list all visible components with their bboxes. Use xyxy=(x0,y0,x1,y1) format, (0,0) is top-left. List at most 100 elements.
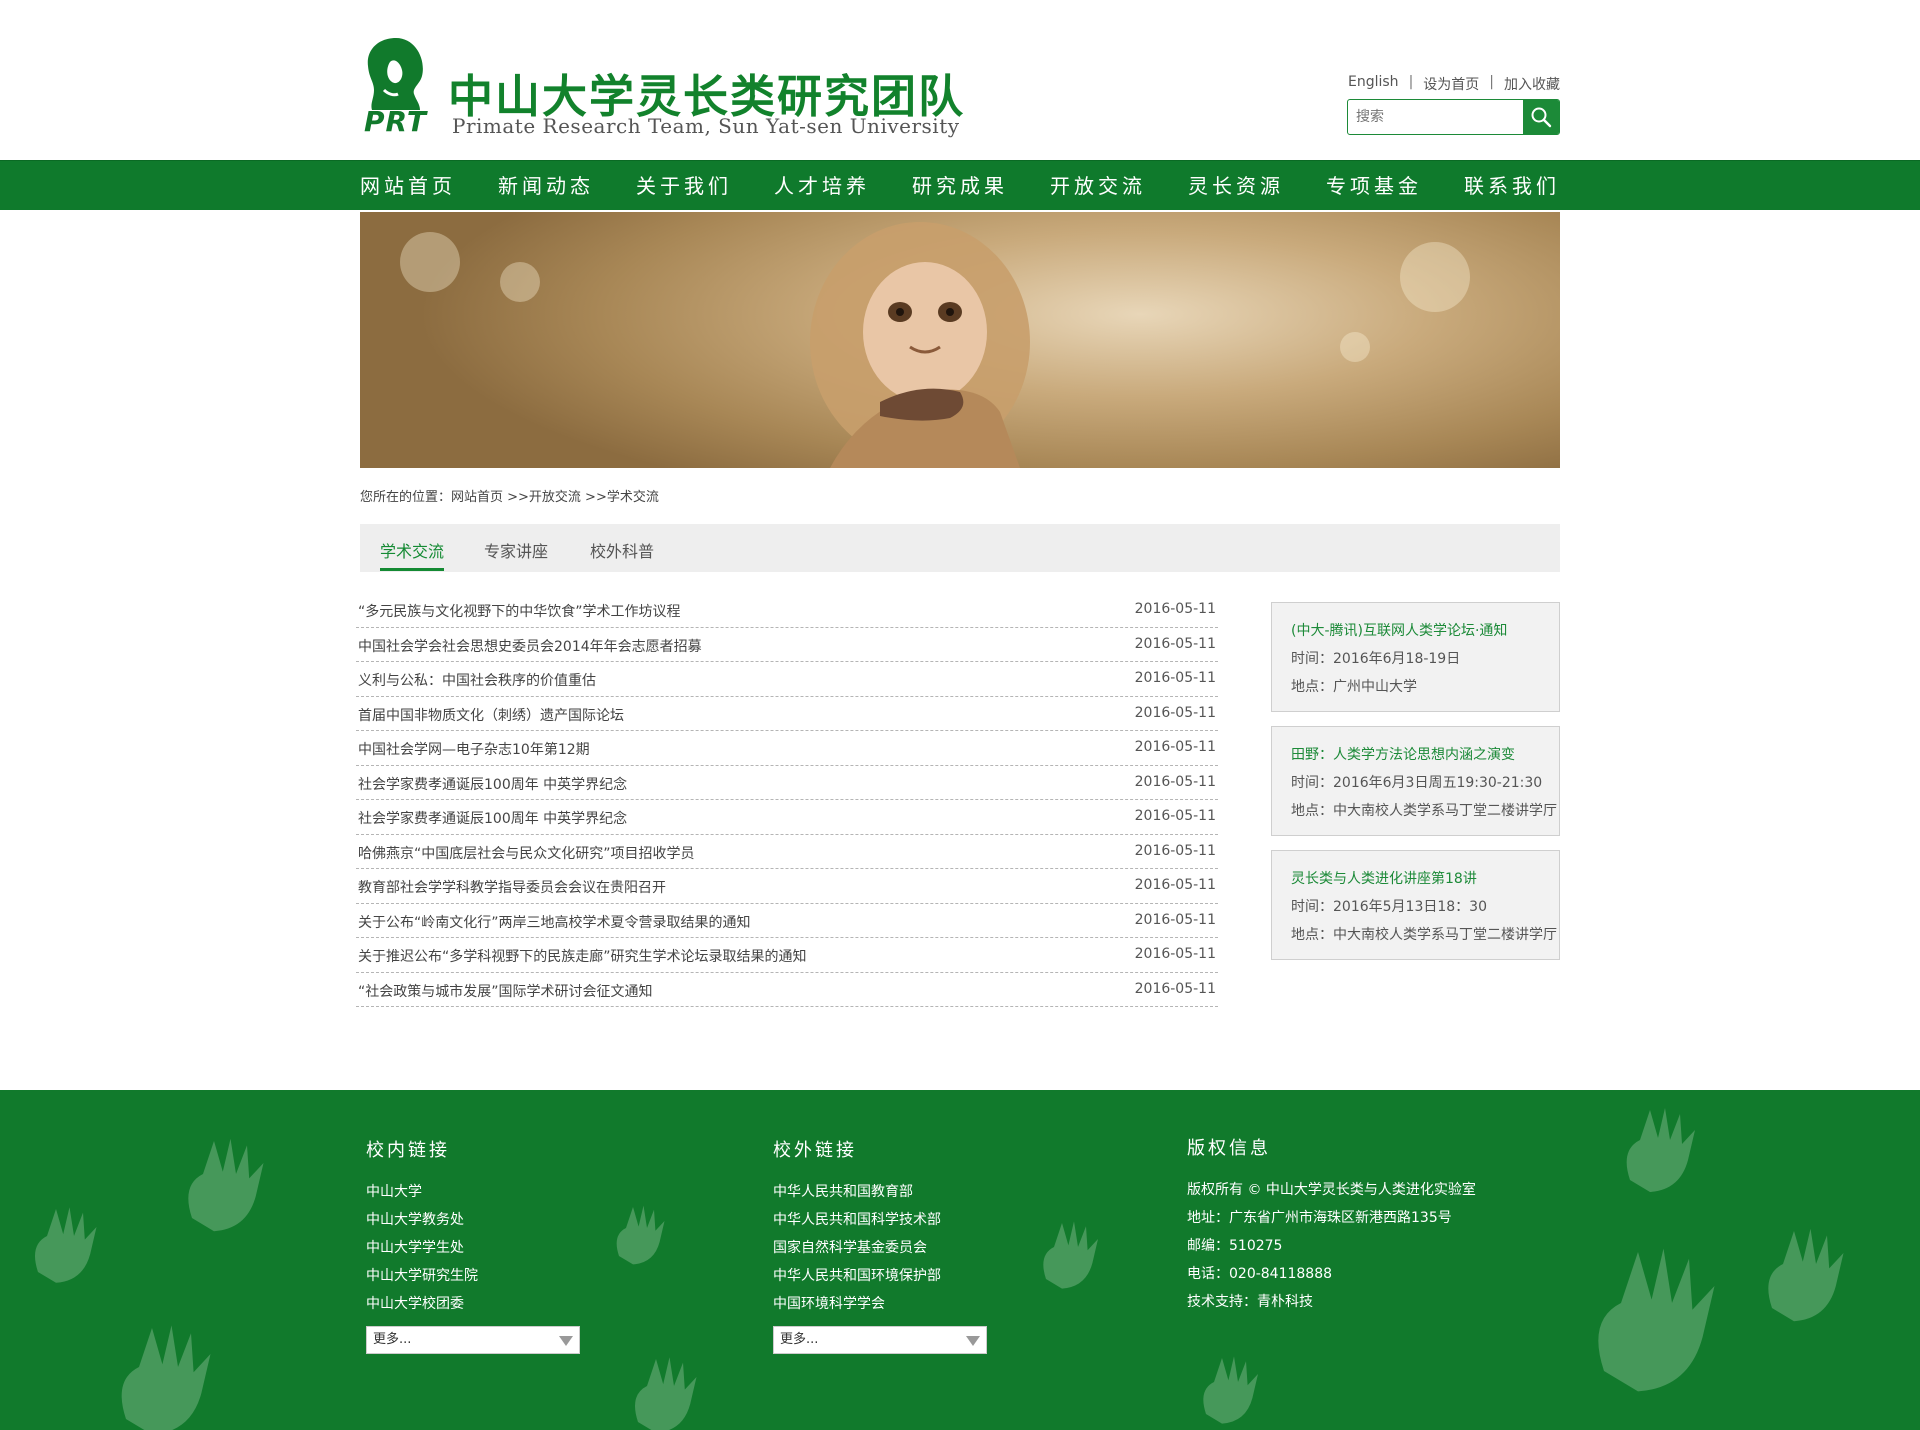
nav-item-news[interactable]: 新闻动态 xyxy=(498,161,594,211)
nav-item-contact[interactable]: 联系我们 xyxy=(1464,161,1560,211)
chevron-down-icon xyxy=(559,1336,573,1346)
nav-item-home[interactable]: 网站首页 xyxy=(360,161,456,211)
footer-link[interactable]: 中山大学学生处 xyxy=(366,1234,580,1262)
footer-link[interactable]: 国家自然科学基金委员会 xyxy=(773,1234,987,1262)
news-date: 2016-05-11 xyxy=(1134,911,1216,928)
news-row[interactable]: “社会政策与城市发展”国际学术研讨会征文通知 2016-05-11 xyxy=(356,973,1218,1007)
footer-link[interactable]: 中华人民共和国教育部 xyxy=(773,1178,987,1206)
news-row[interactable]: 关于公布“岭南文化行”两岸三地高校学术夏令营录取结果的通知 2016-05-11 xyxy=(356,904,1218,938)
phone-line: 电话：020-84118888 xyxy=(1187,1266,1333,1282)
news-row[interactable]: 中国社会学网—电子杂志10年第12期 2016-05-11 xyxy=(356,731,1218,766)
news-row[interactable]: 社会学家费孝通诞辰100周年 中英学界纪念 2016-05-11 xyxy=(356,766,1218,800)
event-title[interactable]: 灵长类与人类进化讲座第18讲 xyxy=(1291,865,1559,893)
footer-link[interactable]: 中国环境科学学会 xyxy=(773,1290,987,1318)
select-value: 更多... xyxy=(780,1332,819,1347)
breadcrumb: 您所在的位置：网站首页 >>开放交流 >>学术交流 xyxy=(360,490,659,505)
news-date: 2016-05-11 xyxy=(1134,808,1216,824)
nav-item-research[interactable]: 研究成果 xyxy=(912,161,1008,211)
news-date: 2016-05-11 xyxy=(1134,773,1216,790)
news-title[interactable]: 关于推迟公布“多学科视野下的民族走廊”研究生学术论坛录取结果的通知 xyxy=(358,946,807,966)
news-title[interactable]: 关于公布“岭南文化行”两岸三地高校学术夏令营录取结果的通知 xyxy=(358,912,751,932)
search-icon xyxy=(1531,107,1552,128)
news-title[interactable]: 教育部社会学学科教学指导委员会会议在贵阳召开 xyxy=(358,877,666,897)
nav-item-talent[interactable]: 人才培养 xyxy=(774,161,870,211)
event-place: 地点：中大南校人类学系马丁堂二楼讲学厅 xyxy=(1291,927,1557,943)
search-button[interactable] xyxy=(1523,100,1559,134)
event-title[interactable]: (中大-腾讯)互联网人类学论坛·通知 xyxy=(1291,617,1559,645)
footer-link[interactable]: 中山大学研究生院 xyxy=(366,1262,580,1290)
logo-prt-text: PRT xyxy=(364,105,427,138)
news-date: 2016-05-11 xyxy=(1134,980,1216,997)
news-title[interactable]: 义利与公私：中国社会秩序的价值重估 xyxy=(358,670,596,690)
event-card[interactable]: (中大-腾讯)互联网人类学论坛·通知 时间：2016年6月18-19日 地点：广… xyxy=(1271,602,1560,712)
footer-link[interactable]: 中山大学校团委 xyxy=(366,1290,580,1318)
separator: | xyxy=(1408,74,1414,90)
add-favorite-link[interactable]: 加入收藏 xyxy=(1504,74,1560,94)
monkey-silhouette-icon xyxy=(367,38,423,110)
external-links-heading: 校外链接 xyxy=(773,1140,857,1161)
nav-item-resources[interactable]: 灵长资源 xyxy=(1188,161,1284,211)
select-value: 更多... xyxy=(373,1332,412,1347)
news-row[interactable]: 义利与公私：中国社会秩序的价值重估 2016-05-11 xyxy=(356,662,1218,697)
handprint-decoration-icon xyxy=(616,1205,665,1265)
footer-link[interactable]: 中山大学教务处 xyxy=(366,1206,580,1234)
tab-expert-lectures[interactable]: 专家讲座 xyxy=(484,538,548,562)
footer-link[interactable]: 中华人民共和国环境保护部 xyxy=(773,1262,987,1290)
news-title[interactable]: 首届中国非物质文化（刺绣）遗产国际论坛 xyxy=(358,705,624,725)
event-card[interactable]: 灵长类与人类进化讲座第18讲 时间：2016年5月13日18：30 地点：中大南… xyxy=(1271,850,1560,960)
handprint-decoration-icon xyxy=(1768,1228,1844,1322)
news-date: 2016-05-11 xyxy=(1134,704,1216,721)
news-row[interactable]: 首届中国非物质文化（刺绣）遗产国际论坛 2016-05-11 xyxy=(356,697,1218,731)
internal-links-column: 校内链接 中山大学 中山大学教务处 中山大学学生处 中山大学研究生院 中山大学校… xyxy=(366,1136,580,1354)
tab-outreach[interactable]: 校外科普 xyxy=(590,538,654,562)
english-link[interactable]: English xyxy=(1348,74,1399,94)
news-list: “多元民族与文化视野下的中华饮食”学术工作坊议程 2016-05-11 中国社会学… xyxy=(356,593,1218,1007)
news-row[interactable]: 社会学家费孝通诞辰100周年 中英学界纪念 2016-05-11 xyxy=(356,800,1218,835)
banner-image xyxy=(360,212,1560,468)
site-logo[interactable]: PRT xyxy=(360,34,432,138)
news-date: 2016-05-11 xyxy=(1134,739,1216,755)
active-tab-indicator xyxy=(380,568,444,571)
news-title[interactable]: 中国社会学会社会思想史委员会2014年年会志愿者招募 xyxy=(358,636,702,656)
search-input[interactable] xyxy=(1348,100,1524,134)
postcode-line: 邮编：510275 xyxy=(1187,1238,1283,1254)
news-title[interactable]: 中国社会学网—电子杂志10年第12期 xyxy=(358,739,590,759)
news-title[interactable]: “多元民族与文化视野下的中华饮食”学术工作坊议程 xyxy=(358,601,681,621)
handprint-decoration-icon xyxy=(1203,1356,1258,1424)
handprint-decoration-icon xyxy=(1043,1221,1098,1289)
copyright-column: 版权信息 版权所有 © 中山大学灵长类与人类进化实验室 地址：广东省广州市海珠区… xyxy=(1187,1134,1476,1316)
news-title[interactable]: “社会政策与城市发展”国际学术研讨会征文通知 xyxy=(358,981,653,1001)
news-row[interactable]: 哈佛燕京“中国底层社会与民众文化研究”项目招收学员 2016-05-11 xyxy=(356,835,1218,869)
news-date: 2016-05-11 xyxy=(1134,601,1216,617)
set-homepage-link[interactable]: 设为首页 xyxy=(1423,74,1479,94)
event-time: 时间：2016年6月18-19日 xyxy=(1291,651,1461,667)
news-row[interactable]: 关于推迟公布“多学科视野下的民族走廊”研究生学术论坛录取结果的通知 2016-05… xyxy=(356,938,1218,973)
tech-support-line: 技术支持：青朴科技 xyxy=(1187,1294,1313,1310)
tab-academic-exchange[interactable]: 学术交流 xyxy=(380,538,444,562)
news-title[interactable]: 社会学家费孝通诞辰100周年 中英学界纪念 xyxy=(358,774,627,794)
news-title[interactable]: 哈佛燕京“中国底层社会与民众文化研究”项目招收学员 xyxy=(358,843,695,863)
news-date: 2016-05-11 xyxy=(1134,670,1216,686)
event-time: 时间：2016年6月3日周五19:30-21:30 xyxy=(1291,775,1543,791)
external-more-select[interactable]: 更多... xyxy=(773,1326,987,1354)
event-place: 地点：中大南校人类学系马丁堂二楼讲学厅 xyxy=(1291,803,1557,819)
nav-item-about[interactable]: 关于我们 xyxy=(636,161,732,211)
event-card[interactable]: 田野：人类学方法论思想内涵之演变 时间：2016年6月3日周五19:30-21:… xyxy=(1271,726,1560,836)
nav-item-exchange[interactable]: 开放交流 xyxy=(1050,161,1146,211)
footer-link[interactable]: 中山大学 xyxy=(366,1178,580,1206)
external-links-column: 校外链接 中华人民共和国教育部 中华人民共和国科学技术部 国家自然科学基金委员会… xyxy=(773,1136,987,1354)
event-title[interactable]: 田野：人类学方法论思想内涵之演变 xyxy=(1291,741,1559,769)
news-row[interactable]: 教育部社会学学科教学指导委员会会议在贵阳召开 2016-05-11 xyxy=(356,869,1218,904)
internal-more-select[interactable]: 更多... xyxy=(366,1326,580,1354)
footer-link[interactable]: 中华人民共和国科学技术部 xyxy=(773,1206,987,1234)
news-date: 2016-05-11 xyxy=(1134,946,1216,962)
news-title[interactable]: 社会学家费孝通诞辰100周年 中英学界纪念 xyxy=(358,808,627,828)
separator: | xyxy=(1489,74,1494,90)
handprint-decoration-icon xyxy=(635,1357,697,1430)
news-row[interactable]: 中国社会学会社会思想史委员会2014年年会志愿者招募 2016-05-11 xyxy=(356,628,1218,662)
main-nav: 网站首页 新闻动态 关于我们 人才培养 研究成果 开放交流 灵长资源 专项基金 … xyxy=(0,160,1920,210)
handprint-decoration-icon xyxy=(1598,1248,1715,1392)
nav-item-fund[interactable]: 专项基金 xyxy=(1326,161,1422,211)
event-time: 时间：2016年5月13日18：30 xyxy=(1291,899,1487,915)
news-row[interactable]: “多元民族与文化视野下的中华饮食”学术工作坊议程 2016-05-11 xyxy=(356,593,1218,628)
